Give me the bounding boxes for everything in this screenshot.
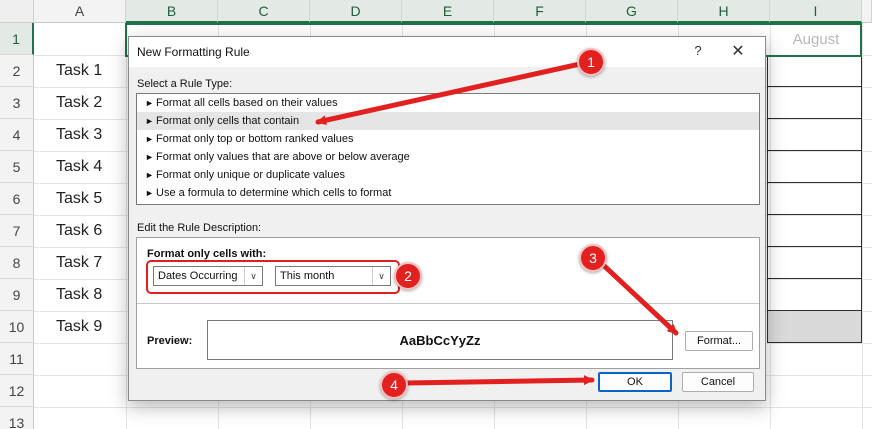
table-cell[interactable] xyxy=(767,215,862,247)
ok-button[interactable]: OK xyxy=(598,372,672,392)
row-header-5[interactable]: 5 xyxy=(0,151,34,183)
preview-label: Preview: xyxy=(147,335,193,347)
table-cell[interactable] xyxy=(767,119,862,151)
task-cell[interactable]: Task 2 xyxy=(56,87,126,119)
table-cell[interactable] xyxy=(767,55,862,87)
bullet-arrow-icon: ► xyxy=(145,98,154,108)
rule-type-item[interactable]: ► Use a formula to determine which cells … xyxy=(137,184,759,202)
step-1-badge: 1 xyxy=(577,48,605,76)
task-cell[interactable]: Task 6 xyxy=(56,215,126,247)
rule-type-item-selected[interactable]: ► Format only cells that contain xyxy=(137,112,759,130)
gridline xyxy=(126,23,127,429)
rule-type-item[interactable]: ► Format only top or bottom ranked values xyxy=(137,130,759,148)
gridline xyxy=(862,23,863,429)
column-header-h[interactable]: H xyxy=(678,0,770,23)
column-header-f[interactable]: F xyxy=(494,0,586,23)
task-cell[interactable]: Task 1 xyxy=(56,55,126,87)
highlight-box xyxy=(146,260,400,294)
bullet-arrow-icon: ► xyxy=(145,170,154,180)
bullet-arrow-icon: ► xyxy=(145,134,154,144)
rule-type-list[interactable]: ► Format all cells based on their values … xyxy=(136,93,760,205)
format-button[interactable]: Format... xyxy=(685,331,753,351)
task-cell[interactable]: Task 9 xyxy=(56,311,126,343)
table-cell[interactable] xyxy=(767,87,862,119)
bullet-arrow-icon: ► xyxy=(145,152,154,162)
new-formatting-rule-dialog: New Formatting Rule ? ✕ Select a Rule Ty… xyxy=(128,36,766,401)
column-header-i[interactable]: I xyxy=(770,0,862,23)
close-icon[interactable]: ✕ xyxy=(727,41,749,63)
bullet-arrow-icon: ► xyxy=(145,188,154,198)
step-4-badge: 4 xyxy=(380,371,408,399)
bullet-arrow-icon: ► xyxy=(145,116,154,126)
select-rule-type-label: Select a Rule Type: xyxy=(137,78,233,90)
table-cell[interactable] xyxy=(767,247,862,279)
row-header-3[interactable]: 3 xyxy=(0,87,34,119)
step-3-badge: 3 xyxy=(579,244,607,272)
task-cell[interactable]: Task 5 xyxy=(56,183,126,215)
task-cell[interactable]: Task 3 xyxy=(56,119,126,151)
table-cell[interactable] xyxy=(767,151,862,183)
rule-type-item[interactable]: ► Format only unique or duplicate values xyxy=(137,166,759,184)
column-header-e[interactable]: E xyxy=(402,0,494,23)
help-button[interactable]: ? xyxy=(689,43,707,61)
column-header-g[interactable]: G xyxy=(586,0,678,23)
column-header-j[interactable] xyxy=(862,0,872,23)
column-header-c[interactable]: C xyxy=(218,0,310,23)
dialog-titlebar[interactable]: New Formatting Rule ? ✕ xyxy=(129,37,765,67)
row-header-4[interactable]: 4 xyxy=(0,119,34,151)
task-cell[interactable]: Task 8 xyxy=(56,279,126,311)
column-header-d[interactable]: D xyxy=(310,0,402,23)
row-header-12[interactable]: 12 xyxy=(0,375,34,407)
row-header-10[interactable]: 10 xyxy=(0,311,34,343)
row-header-6[interactable]: 6 xyxy=(0,183,34,215)
divider xyxy=(137,303,759,304)
gridline xyxy=(34,407,872,408)
row-header-9[interactable]: 9 xyxy=(0,279,34,311)
rule-type-item[interactable]: ► Format only values that are above or be… xyxy=(137,148,759,166)
preview-box: AaBbCcYyZz xyxy=(207,320,673,360)
cancel-button[interactable]: Cancel xyxy=(682,372,754,392)
format-only-cells-label: Format only cells with: xyxy=(147,248,267,260)
step-2-badge: 2 xyxy=(394,262,422,290)
task-cell[interactable]: Task 4 xyxy=(56,151,126,183)
row-header-1[interactable]: 1 xyxy=(0,23,34,55)
column-header-b[interactable]: B xyxy=(126,0,218,23)
dialog-title: New Formatting Rule xyxy=(137,45,250,59)
rule-description-panel: Format only cells with: Dates Occurring … xyxy=(136,237,760,369)
rule-type-item[interactable]: ► Format all cells based on their values xyxy=(137,94,759,112)
table-cell[interactable] xyxy=(767,279,862,311)
select-all-corner[interactable] xyxy=(0,0,34,23)
row-header-7[interactable]: 7 xyxy=(0,215,34,247)
task-cell[interactable]: Task 7 xyxy=(56,247,126,279)
row-header-11[interactable]: 11 xyxy=(0,343,34,375)
column-header-a[interactable]: A xyxy=(34,0,126,23)
table-cell[interactable] xyxy=(767,311,862,343)
edit-rule-description-label: Edit the Rule Description: xyxy=(137,222,262,234)
table-cell[interactable] xyxy=(767,183,862,215)
row-header-8[interactable]: 8 xyxy=(0,247,34,279)
row-header-2[interactable]: 2 xyxy=(0,55,34,87)
row-header-13[interactable]: 13 xyxy=(0,407,34,429)
